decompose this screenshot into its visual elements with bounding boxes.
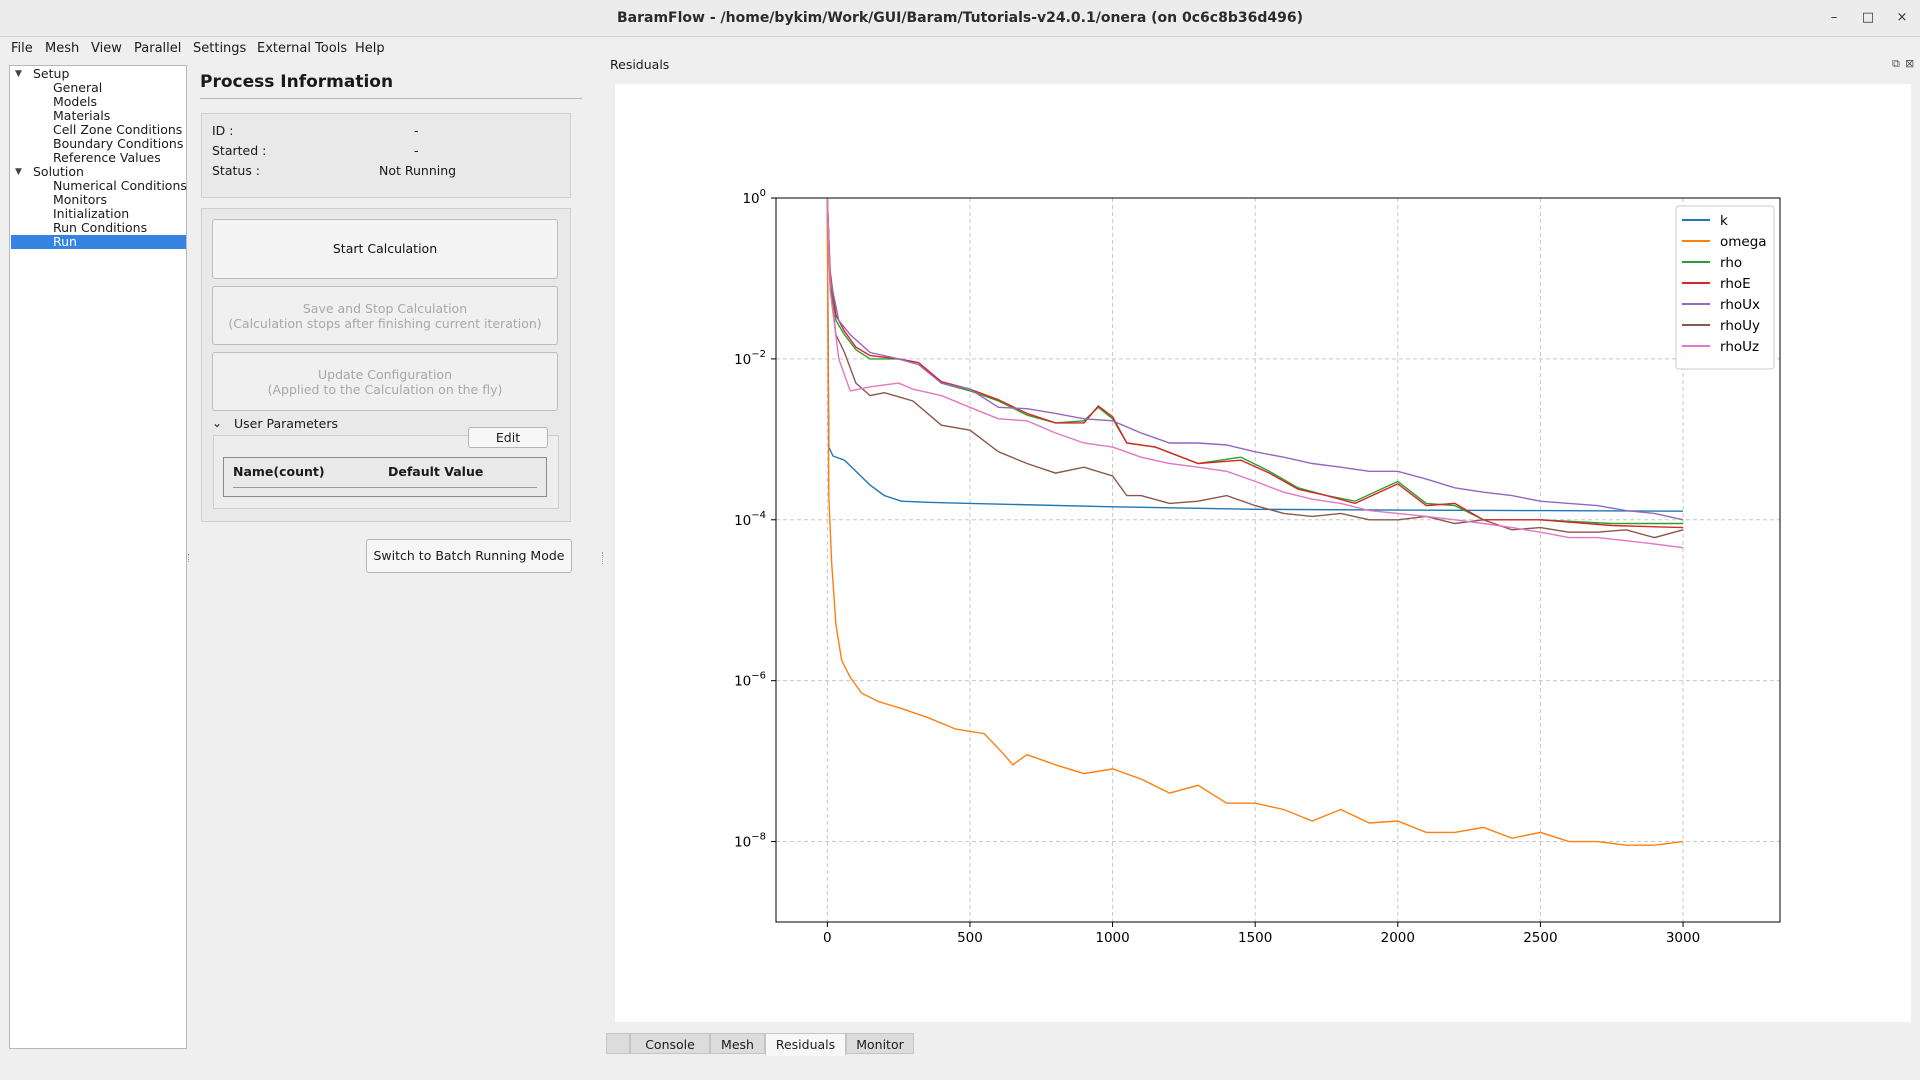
user-parameters-label[interactable]: User Parameters — [234, 416, 338, 431]
status-label: Status : — [212, 163, 261, 178]
menu-file[interactable]: File — [10, 37, 34, 61]
edit-parameters-button[interactable]: Edit — [468, 427, 548, 448]
navigation-tree: ▼ Setup General Models Materials Cell Zo… — [9, 65, 187, 1049]
tree-splitter-handle[interactable] — [188, 554, 191, 562]
id-value: - — [414, 123, 419, 138]
residuals-plot-area: 0 500 1000 1500 2000 2500 3000 100 10−2 10−4 10−6… — [615, 84, 1911, 1022]
tree-item-materials[interactable]: Materials — [53, 109, 110, 123]
minimize-button[interactable]: – — [1824, 8, 1844, 28]
tree-item-numerical-conditions[interactable]: Numerical Conditions — [53, 179, 187, 193]
tree-item-setup[interactable]: Setup — [33, 67, 69, 81]
legend-label-k: k — [1720, 213, 1728, 229]
save-stop-label: Save and Stop Calculation — [302, 301, 468, 316]
x-tick-label: 0 — [823, 930, 832, 946]
tree-item-models[interactable]: Models — [53, 95, 97, 109]
column-header-default: Default Value — [388, 464, 484, 479]
menu-bar: File Mesh View Parallel Settings Externa… — [0, 37, 1920, 61]
started-value: - — [414, 143, 419, 158]
legend-label-rhoUy: rhoUy — [1720, 318, 1760, 334]
menu-settings[interactable]: Settings — [192, 37, 247, 61]
menu-help[interactable]: Help — [354, 37, 386, 61]
x-tick-label: 3000 — [1666, 930, 1700, 946]
started-label: Started : — [212, 143, 267, 158]
page-title: Process Information — [200, 72, 394, 92]
batch-mode-button[interactable]: Switch to Batch Running Mode — [366, 539, 572, 573]
tab-residuals[interactable]: Residuals — [765, 1033, 846, 1056]
id-label: ID : — [212, 123, 234, 138]
tree-item-monitors[interactable]: Monitors — [53, 193, 107, 207]
chart-legend: k omega rho rhoE rhoUx rhoUy rhoUz — [1675, 205, 1775, 370]
tab-console[interactable]: Console — [630, 1033, 710, 1054]
expand-setup-icon[interactable]: ▼ — [15, 69, 22, 79]
table-header-divider — [233, 487, 537, 488]
legend-label-rhoE: rhoE — [1720, 276, 1751, 292]
update-configuration-label: Update Configuration — [317, 367, 452, 382]
x-tick-label: 1500 — [1238, 930, 1272, 946]
window-titlebar: BaramFlow - /home/bykim/Work/GUI/Baram/T… — [0, 0, 1920, 37]
tree-item-run[interactable]: Run — [53, 235, 77, 249]
tree-item-general[interactable]: General — [53, 81, 102, 95]
window-title: BaramFlow - /home/bykim/Work/GUI/Baram/T… — [617, 10, 1303, 26]
x-tick-label: 2500 — [1523, 930, 1557, 946]
legend-label-omega: omega — [1720, 234, 1767, 250]
tab-blank[interactable] — [606, 1033, 630, 1054]
title-divider — [200, 98, 582, 99]
save-stop-button[interactable]: Save and Stop Calculation (Calculation s… — [212, 286, 558, 345]
user-parameters-table: Name(count) Default Value — [223, 457, 547, 497]
tree-selection-highlight — [11, 235, 186, 249]
tree-item-boundary-conditions[interactable]: Boundary Conditions — [53, 137, 183, 151]
x-tick-label: 500 — [957, 930, 983, 946]
column-header-name: Name(count) — [233, 464, 325, 479]
tree-item-cell-zone-conditions[interactable]: Cell Zone Conditions — [53, 123, 182, 137]
update-configuration-sublabel: (Applied to the Calculation on the fly) — [267, 382, 503, 397]
menu-mesh[interactable]: Mesh — [44, 37, 80, 61]
float-dock-icon[interactable]: ⧉ — [1892, 57, 1900, 71]
menu-parallel[interactable]: Parallel — [133, 37, 182, 61]
tab-mesh[interactable]: Mesh — [710, 1033, 765, 1054]
update-configuration-button[interactable]: Update Configuration (Applied to the Cal… — [212, 352, 558, 411]
close-dock-icon[interactable]: ⊠ — [1905, 57, 1914, 70]
expand-solution-icon[interactable]: ▼ — [15, 167, 22, 177]
legend-label-rho: rho — [1720, 255, 1742, 271]
x-tick-label: 2000 — [1381, 930, 1415, 946]
tree-item-run-conditions[interactable]: Run Conditions — [53, 221, 147, 235]
tree-item-reference-values[interactable]: Reference Values — [53, 151, 161, 165]
legend-label-rhoUz: rhoUz — [1720, 339, 1759, 355]
tree-item-solution[interactable]: Solution — [33, 165, 84, 179]
residuals-chart: 0 500 1000 1500 2000 2500 3000 10010−210−410−6… — [615, 84, 1911, 1022]
legend-label-rhoUx: rhoUx — [1720, 297, 1760, 313]
collapse-user-parameters-icon[interactable]: ⌄ — [212, 416, 222, 430]
maximize-button[interactable]: □ — [1858, 8, 1878, 28]
dock-splitter-handle[interactable] — [602, 552, 605, 564]
menu-view[interactable]: View — [90, 37, 123, 61]
menu-external-tools[interactable]: External Tools — [256, 37, 348, 61]
dock-title: Residuals — [610, 57, 670, 72]
tab-monitor[interactable]: Monitor — [846, 1033, 914, 1054]
save-stop-sublabel: (Calculation stops after finishing curre… — [228, 316, 542, 331]
start-calculation-button[interactable]: Start Calculation — [212, 219, 558, 279]
status-value: Not Running — [379, 163, 457, 178]
tree-item-initialization[interactable]: Initialization — [53, 207, 129, 221]
process-info-box: ID : - Started : - Status : Not Running — [201, 113, 571, 198]
x-tick-label: 1000 — [1095, 930, 1129, 946]
close-button[interactable]: × — [1892, 8, 1912, 28]
